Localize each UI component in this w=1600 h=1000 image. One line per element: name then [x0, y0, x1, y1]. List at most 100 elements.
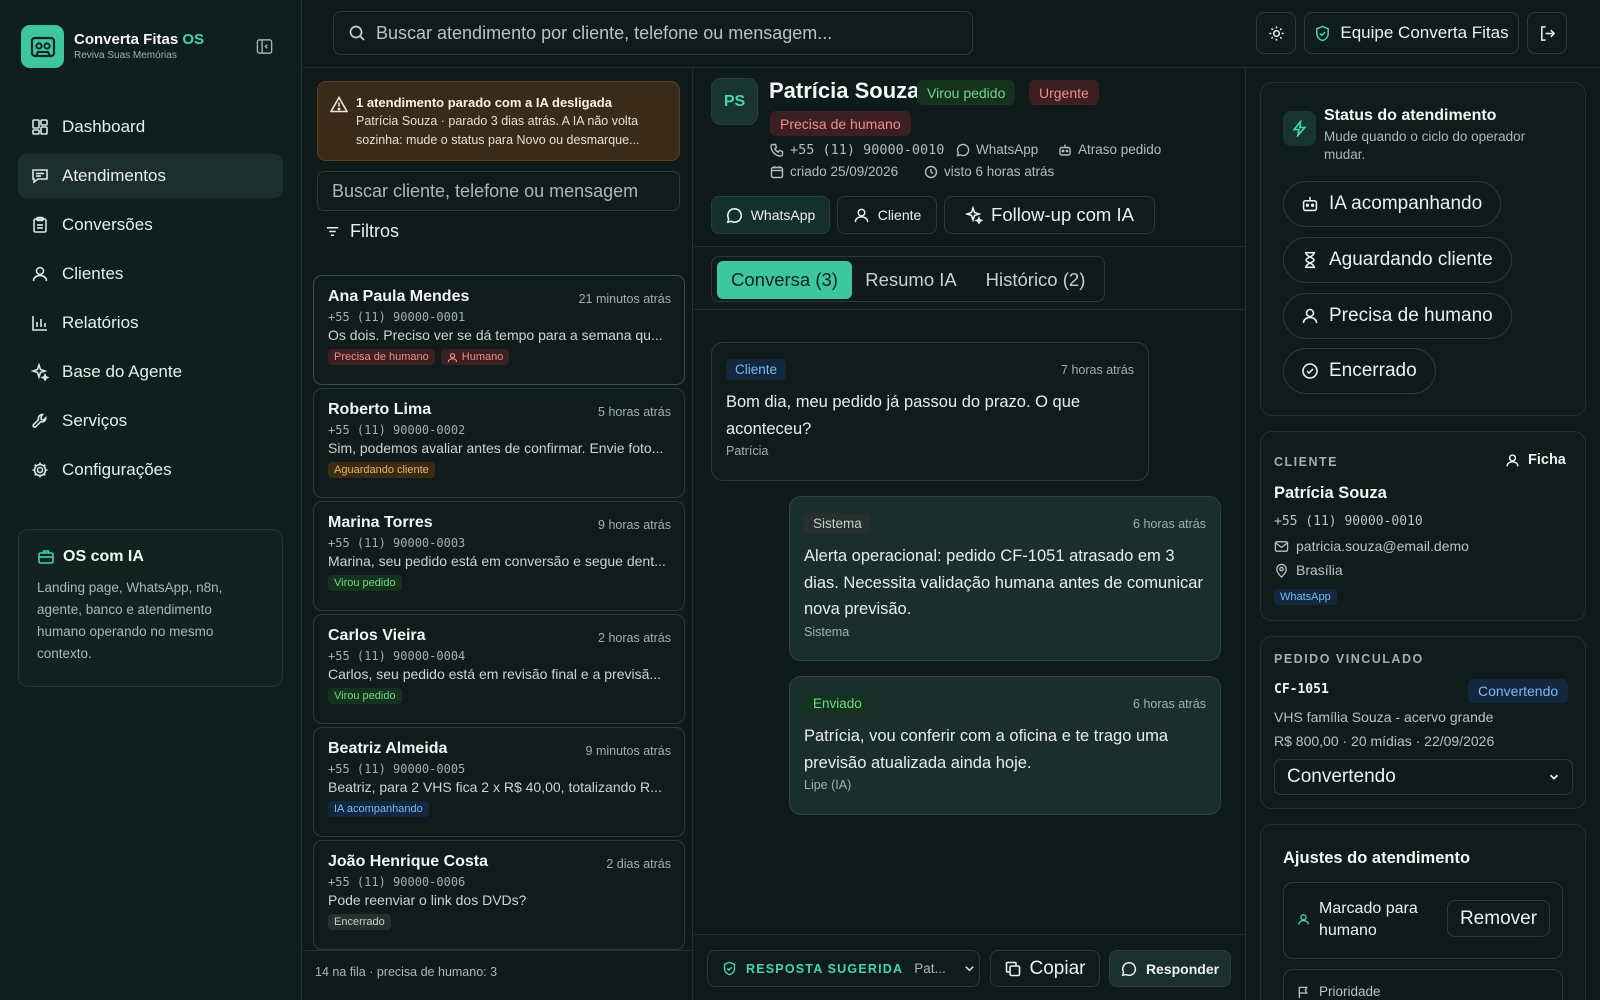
divider: [694, 309, 1245, 310]
check-circle-icon: [1302, 363, 1318, 379]
sidebar-item-dashboard[interactable]: Dashboard: [18, 105, 283, 149]
client-panel: CLIENTE Ficha Patrícia Souza +55 (11) 90…: [1260, 431, 1586, 621]
collapse-sidebar-button[interactable]: [256, 38, 273, 55]
conversation-tabs: Conversa (3) Resumo IA Histórico (2): [711, 256, 1105, 302]
list-item[interactable]: Marina Torres 9 horas atrás +55 (11) 900…: [313, 501, 685, 611]
alert-title: 1 atendimento parado com a IA desligada: [356, 95, 612, 110]
tab-resumo-ia[interactable]: Resumo IA: [855, 261, 967, 299]
copy-icon: [1005, 961, 1020, 976]
warning-icon: [330, 96, 348, 113]
priority-field[interactable]: Prioridade: [1283, 969, 1563, 1000]
team-button[interactable]: Equipe Converta Fitas: [1304, 12, 1519, 54]
status-option-encerrado[interactable]: Encerrado: [1283, 348, 1436, 394]
last-message: Carlos, seu pedido está em revisão final…: [328, 666, 662, 682]
logo[interactable]: [21, 25, 64, 68]
sidebar-item-label: Relatórios: [62, 313, 139, 332]
users-icon: [32, 266, 48, 282]
order-status-select[interactable]: Convertendo: [1274, 759, 1573, 795]
suggested-reply-dropdown[interactable]: RESPOSTA SUGERIDA Pat...: [707, 950, 980, 987]
last-message: Os dois. Preciso ver se dá tempo para a …: [328, 327, 663, 343]
logout-icon: [1540, 25, 1555, 41]
status-option-ia-acompanhando[interactable]: IA acompanhando: [1283, 181, 1502, 227]
list-item[interactable]: Ana Paula Mendes 21 minutos atrás +55 (1…: [313, 275, 685, 385]
list-search-placeholder: Buscar cliente, telefone ou mensagem: [332, 180, 639, 201]
phone-icon: [770, 143, 784, 157]
calendar-icon: [770, 165, 784, 178]
message-role: Cliente: [726, 359, 787, 380]
sidebar-item-relatorios[interactable]: Relatórios: [18, 301, 283, 345]
whatsapp-button[interactable]: WhatsApp: [711, 196, 830, 234]
sidebar-item-servicos[interactable]: Serviços: [18, 399, 283, 443]
logout-button[interactable]: [1527, 12, 1567, 54]
status-badge: Aguardando cliente: [328, 462, 435, 478]
remove-button[interactable]: Remover: [1447, 900, 1550, 937]
sidebar-item-clientes[interactable]: Clientes: [18, 252, 283, 296]
delay-meta: Atraso pedido: [1058, 142, 1161, 157]
stalled-alert[interactable]: 1 atendimento parado com a IA desligada …: [317, 81, 680, 161]
item-time: 5 horas atrás: [598, 405, 671, 419]
sparkles-icon: [965, 206, 984, 224]
suggested-reply-label: RESPOSTA SUGERIDA: [746, 961, 904, 976]
client-phone: +55 (11) 90000-0010: [1274, 514, 1423, 529]
tab-historico[interactable]: Histórico (2): [972, 261, 1099, 299]
list-item[interactable]: João Henrique Costa 2 dias atrás +55 (11…: [313, 840, 685, 950]
theme-toggle-button[interactable]: [1256, 12, 1296, 54]
promo-title: OS com IA: [37, 548, 264, 566]
user-icon: [1298, 914, 1309, 925]
adjust-panel-title: Ajustes do atendimento: [1283, 849, 1471, 867]
filters-label: Filtros: [350, 221, 399, 241]
team-label: Equipe Converta Fitas: [1340, 23, 1509, 42]
promo-card: OS com IA Landing page, WhatsApp, n8n, a…: [18, 529, 283, 687]
wrench-icon: [32, 413, 47, 428]
sidebar-item-atendimentos[interactable]: Atendimentos: [18, 154, 283, 198]
item-time: 2 horas atrás: [598, 631, 671, 645]
reply-button[interactable]: Responder: [1109, 950, 1231, 987]
message-time: 6 horas atrás: [1133, 517, 1206, 531]
sparkles-icon: [31, 363, 49, 381]
client-city: Brasília: [1274, 562, 1343, 578]
order-panel: PEDIDO VINCULADO CF-1051 Convertendo VHS…: [1260, 636, 1586, 809]
message-sender: Patrícia: [726, 444, 769, 458]
sidebar-item-base-do-agente[interactable]: Base do Agente: [18, 350, 283, 394]
marked-human-row: Marcado para humano Remover: [1283, 882, 1563, 959]
sidebar: Converta Fitas OS Reviva Suas Memórias D…: [0, 0, 302, 1000]
sidebar-item-label: Dashboard: [62, 117, 146, 136]
status-panel-title: Status do atendimento: [1324, 107, 1497, 124]
client-phone: +55 (11) 90000-0005: [328, 762, 466, 776]
status-option-aguardando-cliente[interactable]: Aguardando cliente: [1283, 237, 1512, 283]
client-phone: +55 (11) 90000-0002: [328, 423, 466, 437]
order-badge: Virou pedido: [917, 80, 1016, 105]
filters-button[interactable]: Filtros: [325, 221, 399, 242]
client-profile-button[interactable]: Cliente: [837, 196, 937, 234]
message-sent: Enviado 6 horas atrás Patrícia, vou conf…: [789, 676, 1221, 815]
marked-human-label: Marcado para humano: [1319, 900, 1418, 939]
ai-followup-button[interactable]: Follow-up com IA: [944, 196, 1155, 234]
ficha-button[interactable]: Ficha: [1505, 452, 1566, 468]
message-client: Cliente 7 horas atrás Bom dia, meu pedid…: [711, 342, 1149, 481]
sidebar-item-configuracoes[interactable]: Configurações: [18, 448, 283, 492]
flag-icon: [1298, 986, 1308, 999]
adjust-panel: Ajustes do atendimento Marcado para huma…: [1260, 824, 1586, 1000]
suggested-reply-preview: Pat...: [914, 961, 946, 976]
clock-icon: [924, 165, 938, 178]
avatar: PS: [711, 78, 758, 125]
user-icon: [447, 352, 458, 362]
list-item[interactable]: Carlos Vieira 2 horas atrás +55 (11) 900…: [313, 614, 685, 724]
last-message: Pode reenviar o link dos DVDs?: [328, 892, 527, 908]
global-search-input[interactable]: Buscar atendimento por cliente, telefone…: [333, 11, 973, 55]
list-item[interactable]: Beatriz Almeida 9 minutos atrás +55 (11)…: [313, 727, 685, 837]
sidebar-item-conversoes[interactable]: Conversões: [18, 203, 283, 247]
sidebar-item-label: Atendimentos: [62, 166, 166, 185]
conversation-list-panel: 1 atendimento parado com a IA desligada …: [303, 68, 693, 1000]
list-item[interactable]: Roberto Lima 5 horas atrás +55 (11) 9000…: [313, 388, 685, 498]
list-search-input[interactable]: Buscar cliente, telefone ou mensagem: [317, 171, 680, 211]
seen-meta: visto 6 horas atrás: [924, 164, 1054, 179]
client-phone: +55 (11) 90000-0004: [328, 649, 466, 663]
client-email: patricia.souza@email.demo: [1274, 538, 1469, 554]
copy-button[interactable]: Copiar: [990, 950, 1100, 987]
reply-bar: RESPOSTA SUGERIDA Pat... Copiar Responde…: [694, 934, 1246, 1000]
status-option-precisa-de-humano[interactable]: Precisa de humano: [1283, 293, 1512, 339]
brand-tagline: Reviva Suas Memórias: [74, 50, 177, 61]
tab-conversa[interactable]: Conversa (3): [717, 261, 852, 299]
bolt-badge: [1283, 111, 1316, 146]
